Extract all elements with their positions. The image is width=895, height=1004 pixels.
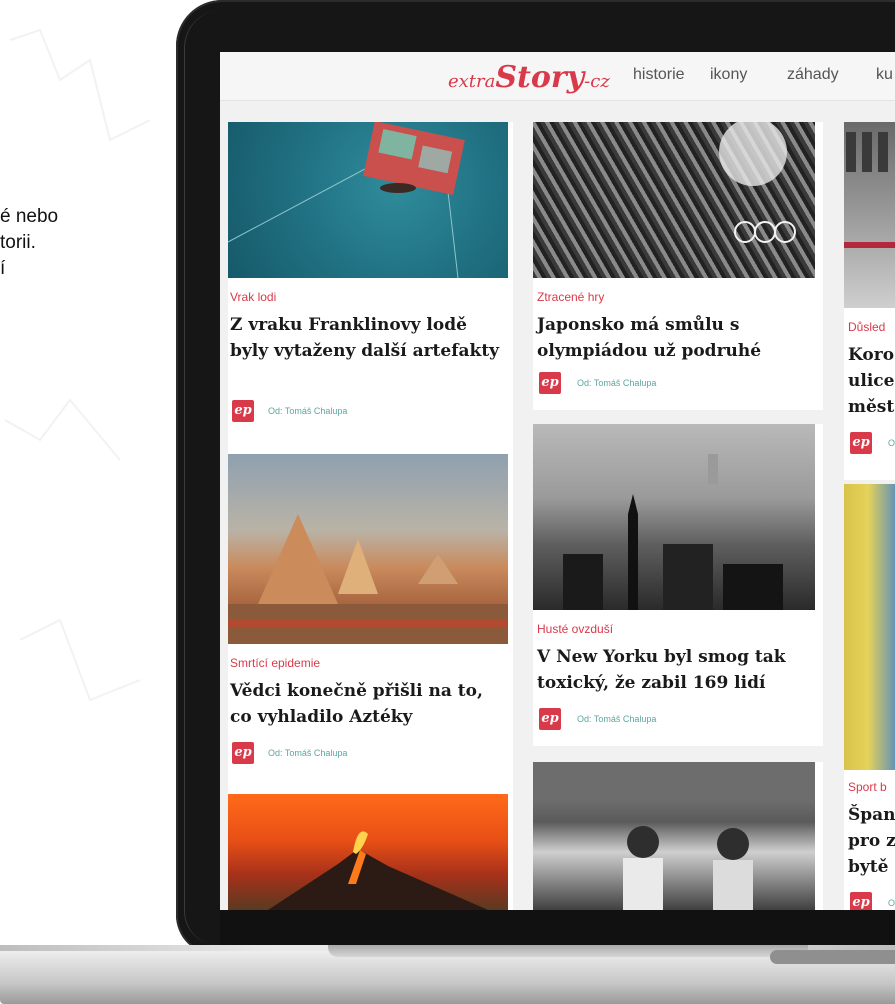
article-image[interactable] [228, 794, 508, 910]
article-category[interactable]: Husté ovzduší [537, 622, 613, 636]
nav-item-ku[interactable]: ku [876, 66, 893, 84]
article-title[interactable]: Japonsko má smůlu s olympiádou už podruh… [537, 312, 812, 364]
aztec-city-painting [228, 514, 508, 644]
article-card[interactable]: Smrtící epidemie Vědci konečně přišli na… [228, 454, 513, 802]
nav-item-historie[interactable]: historie [633, 66, 685, 84]
new-york-smog-photo [563, 454, 783, 610]
nav-item-ikony[interactable]: ikony [710, 66, 747, 84]
logo-suffix: -cz [584, 71, 610, 92]
nav-item-zahady[interactable]: záhady [787, 66, 839, 84]
laptop-base-notch [328, 945, 808, 957]
logo-prefix: extra [448, 71, 496, 92]
article-card[interactable]: Ztracené hry Japonsko má smůlu s olympiá… [533, 122, 823, 410]
author-avatar: ep [232, 742, 254, 764]
author-avatar: ep [850, 432, 872, 454]
article-author[interactable]: O [888, 438, 895, 448]
laptop-base-edge [770, 950, 895, 964]
article-author[interactable]: Od: Tomáš Chalupa [268, 748, 347, 758]
volcano-image [268, 831, 488, 910]
background-doodle [4, 28, 151, 702]
retro-kitchen-photo [533, 762, 815, 910]
article-image[interactable] [228, 454, 508, 644]
article-category[interactable]: Důsled [848, 320, 885, 334]
author-avatar: ep [850, 892, 872, 910]
article-title[interactable]: Z vraku Franklinovy lodě byly vytaženy d… [230, 312, 500, 364]
article-author[interactable]: Od: Tomáš Chalupa [268, 406, 347, 416]
article-card[interactable]: Husté ovzduší V New Yorku byl smog tak t… [533, 424, 823, 746]
article-title[interactable]: Špan pro z bytě [848, 802, 895, 880]
article-author[interactable]: Od: Tomáš Chalupa [577, 378, 656, 388]
side-text-line-1: é nebo [0, 206, 59, 227]
article-author[interactable]: O [888, 898, 895, 908]
article-card[interactable]: Vrak lodi Z vraku Franklinovy lodě byly … [228, 122, 513, 480]
article-category[interactable]: Ztracené hry [537, 290, 604, 304]
article-title[interactable]: Koro ulice měst [848, 342, 895, 420]
city-plaza-photo [844, 132, 895, 248]
article-image[interactable] [228, 122, 508, 278]
article-category[interactable]: Smrtící epidemie [230, 656, 320, 670]
site-logo[interactable]: extraStory-cz [448, 60, 610, 95]
article-category[interactable]: Sport b [848, 780, 887, 794]
author-avatar: ep [539, 372, 561, 394]
article-author[interactable]: Od: Tomáš Chalupa [577, 714, 656, 724]
side-text-line-2: torii. [0, 232, 36, 253]
author-avatar: ep [232, 400, 254, 422]
article-card[interactable]: Důsled Koro ulice měst ep O [844, 122, 895, 480]
article-image[interactable] [844, 122, 895, 308]
olympics-dance-photo [719, 122, 796, 243]
article-image[interactable] [533, 122, 815, 278]
article-title[interactable]: Vědci konečně přišli na to, co vyhladilo… [230, 678, 510, 730]
laptop-bezel-bottom [220, 910, 895, 948]
article-image[interactable] [844, 484, 895, 770]
author-avatar: ep [539, 708, 561, 730]
article-image[interactable] [533, 424, 815, 610]
article-card[interactable]: Sport b Špan pro z bytě ep O [844, 484, 895, 910]
logo-main: Story [495, 60, 585, 95]
article-card[interactable] [533, 762, 823, 910]
shipwreck-barge-image [228, 122, 465, 278]
side-text: é nebo torii. í [0, 204, 58, 282]
laptop-screen: extraStory-cz historie ikony záhady ku V… [220, 52, 895, 910]
side-text-line-3: í [0, 258, 6, 279]
site-navbar: extraStory-cz historie ikony záhady ku [220, 52, 895, 101]
article-card[interactable] [228, 794, 513, 910]
article-category[interactable]: Vrak lodi [230, 290, 276, 304]
article-title[interactable]: V New Yorku byl smog tak toxický, že zab… [537, 644, 817, 696]
article-image[interactable] [533, 762, 815, 910]
